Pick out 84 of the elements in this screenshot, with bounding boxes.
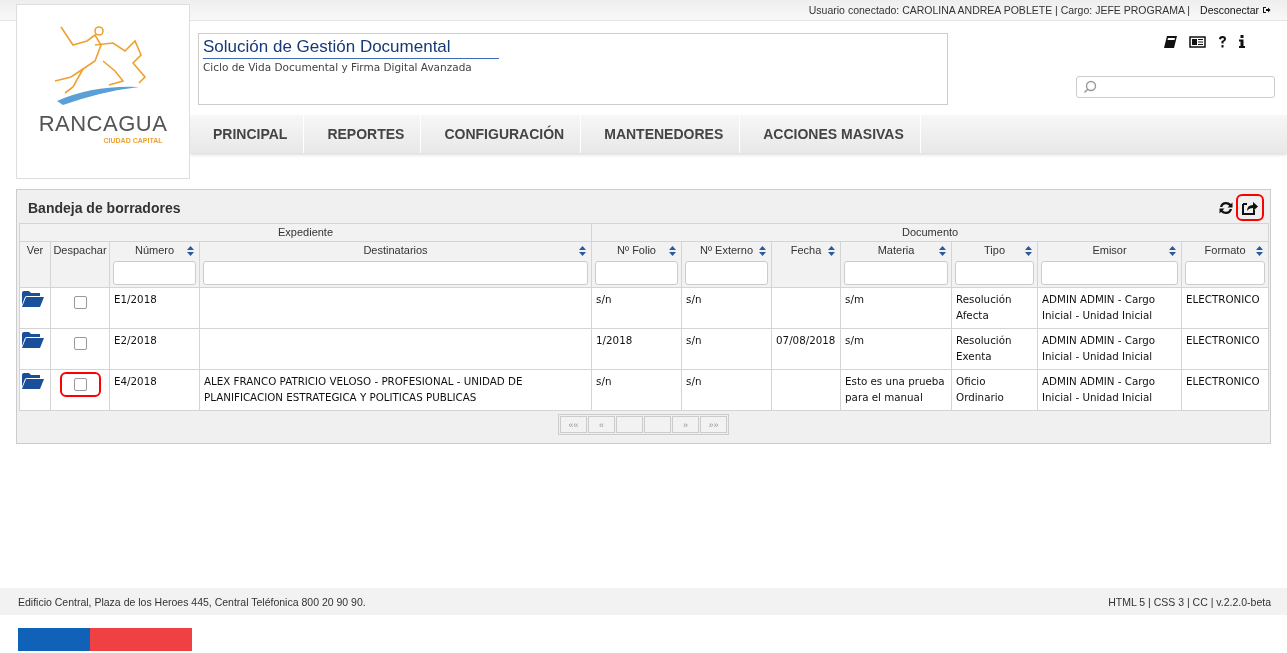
table-cell: ADMIN ADMIN - Cargo Inicial - Unidad Inicial — [1037, 328, 1182, 370]
table-cell: ADMIN ADMIN - Cargo Inicial - Unidad Inicial — [1037, 287, 1182, 329]
group-header: Documento — [591, 223, 1269, 242]
folder-icon[interactable] — [22, 373, 44, 389]
column-header[interactable]: Destinatarios — [199, 241, 592, 288]
filter-field[interactable] — [685, 261, 769, 285]
nav-item[interactable]: PRINCIPAL — [190, 115, 305, 153]
column-header[interactable]: Nº Externo — [681, 241, 772, 288]
sort-icon[interactable] — [939, 246, 947, 256]
column-header[interactable]: Número — [109, 241, 200, 288]
table-cell: s/n — [681, 369, 772, 411]
info-icon[interactable] — [1239, 35, 1245, 48]
column-header[interactable]: Nº Folio — [591, 241, 682, 288]
table-cell: Resolución Afecta — [951, 287, 1038, 329]
column-header[interactable]: Emisor — [1037, 241, 1182, 288]
refresh-icon[interactable] — [1217, 199, 1235, 216]
export-icon — [1241, 199, 1259, 216]
table-cell — [771, 369, 841, 411]
filter-field[interactable] — [1041, 261, 1179, 285]
table-cell: ADMIN ADMIN - Cargo Inicial - Unidad Inicial — [1037, 369, 1182, 411]
checkbox[interactable] — [73, 296, 87, 309]
app-subtitle: Ciclo de Vida Documental y Firma Digital Avanzada — [203, 61, 473, 73]
help-icon[interactable] — [1218, 35, 1227, 48]
sort-icon[interactable] — [1025, 246, 1033, 256]
filter-field[interactable] — [955, 261, 1035, 285]
nav-item[interactable]: CONFIGURACIÓN — [421, 115, 582, 153]
column-header[interactable]: Materia — [840, 241, 952, 288]
export-button[interactable] — [1236, 194, 1264, 221]
sort-icon[interactable] — [759, 246, 767, 256]
table-cell: s/n — [591, 369, 682, 411]
table-cell: s/n — [681, 328, 772, 370]
column-header[interactable]: Fecha — [771, 241, 841, 288]
nav-item[interactable]: ACCIONES MASIVAS — [740, 115, 921, 153]
column-header[interactable]: Despachar — [50, 241, 110, 288]
sort-icon[interactable] — [1256, 246, 1264, 256]
logout-icon — [1262, 6, 1271, 14]
table-cell: Oficio Ordinario — [951, 369, 1038, 411]
column-header[interactable]: Formato — [1181, 241, 1269, 288]
filter-field[interactable] — [844, 261, 949, 285]
app-title: Solución de Gestión Documental — [203, 37, 499, 59]
folder-icon[interactable] — [22, 332, 44, 348]
logo-name: RANCAGUA — [38, 111, 168, 137]
table-cell: ELECTRONICO — [1181, 287, 1269, 329]
sort-icon[interactable] — [579, 246, 587, 256]
table-cell: ELECTRONICO — [1181, 328, 1269, 370]
sort-icon[interactable] — [828, 246, 836, 256]
table-cell — [771, 287, 841, 329]
column-header[interactable]: Ver — [19, 241, 51, 288]
filter-field[interactable] — [1185, 261, 1266, 285]
book-icon[interactable] — [1164, 35, 1177, 48]
table-cell: 07/08/2018 — [771, 328, 841, 370]
table-cell: s/n — [681, 287, 772, 329]
search-field[interactable] — [1076, 76, 1275, 98]
table-cell: Resolución Exenta — [951, 328, 1038, 370]
panel-title: Bandeja de borradores — [28, 199, 181, 216]
footer-address: Edificio Central, Plaza de los Heroes 445, Central Teléfonica 800 20 90 90. — [18, 595, 366, 608]
sort-icon[interactable] — [1169, 246, 1177, 256]
filter-field[interactable] — [595, 261, 679, 285]
filter-field[interactable] — [203, 261, 589, 285]
table-cell: ELECTRONICO — [1181, 369, 1269, 411]
search-icon — [1083, 80, 1097, 94]
footer-version: HTML 5 | CSS 3 | CC | v.2.2.0-beta — [1108, 595, 1271, 608]
table-cell: E2/2018 — [109, 328, 200, 370]
table-cell: Esto es una prueba para el manual — [840, 369, 952, 411]
filter-field[interactable] — [113, 261, 196, 285]
newspaper-icon[interactable] — [1189, 35, 1206, 48]
group-header: Expediente — [19, 223, 592, 242]
sort-icon[interactable] — [187, 246, 194, 256]
sort-icon[interactable] — [669, 246, 677, 256]
table-cell: s/m — [840, 328, 952, 370]
user-info: Usuario conectado: CAROLINA ANDREA POBLETE | Cargo: JEFE PROGRAMA | — [808, 4, 1191, 16]
logout-link[interactable]: Desconectar — [1200, 4, 1271, 16]
table-cell: s/m — [840, 287, 952, 329]
checkbox[interactable] — [73, 378, 87, 391]
nav-item[interactable]: MANTENEDORES — [581, 115, 741, 153]
table-cell: E4/2018 — [109, 369, 200, 411]
nav-item[interactable]: REPORTES — [304, 115, 422, 153]
folder-icon[interactable] — [22, 291, 44, 307]
checkbox[interactable] — [73, 337, 87, 350]
column-header[interactable]: Tipo — [951, 241, 1038, 288]
table-cell: s/n — [591, 287, 682, 329]
table-cell: E1/2018 — [109, 287, 200, 329]
table-cell: ALEX FRANCO PATRICIO VELOSO - PROFESIONAL - UNIDAD DE PLANIFICACION ESTRATEGICA Y POLITICAS PUBLICAS — [199, 369, 592, 411]
table-cell: 1/2018 — [591, 328, 682, 370]
